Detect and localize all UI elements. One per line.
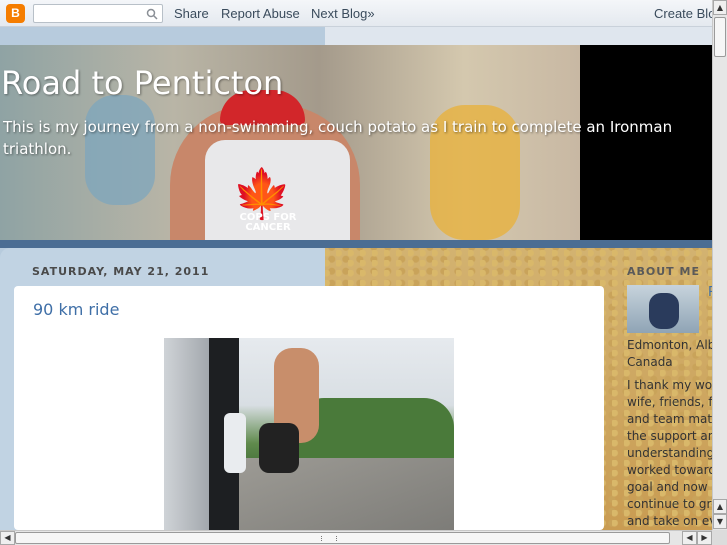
- vertical-scrollbar[interactable]: ▲ ▲ ▼: [712, 0, 727, 530]
- about-line: and team mates for: [627, 412, 712, 426]
- shirt-lettering: COPS FOR CANCER: [239, 212, 297, 233]
- location-line: Edmonton, Alberta,: [627, 338, 712, 352]
- scrollbar-corner: [712, 530, 727, 545]
- blog-post: 90 km ride: [14, 286, 604, 530]
- water-bottle: [224, 413, 246, 473]
- vertical-scroll-thumb[interactable]: [714, 17, 726, 57]
- about-line: the support and: [627, 429, 712, 443]
- next-blog-link[interactable]: Next Blog»: [311, 6, 375, 21]
- about-me-text: Edmonton, Alberta, Canada I thank my won…: [627, 337, 712, 530]
- about-line: I thank my wonderful: [627, 378, 712, 392]
- horizontal-scroll-thumb[interactable]: [15, 532, 670, 544]
- post-date-header: SATURDAY, MAY 21, 2011: [32, 265, 210, 278]
- about-me-heading: ABOUT ME: [627, 265, 700, 278]
- blogger-navbar: B Share Report Abuse Next Blog» Create B…: [0, 0, 723, 27]
- scroll-left-icon[interactable]: ◀: [682, 531, 697, 545]
- about-line: worked towards this: [627, 463, 712, 477]
- search-input[interactable]: [33, 4, 163, 23]
- profile-photo[interactable]: [627, 285, 699, 333]
- content-top-bar: [0, 240, 712, 248]
- about-line: wife, friends, family: [627, 395, 712, 409]
- location-line: Canada: [627, 355, 673, 369]
- blogger-logo-icon[interactable]: B: [6, 4, 25, 23]
- horizontal-scrollbar[interactable]: ◀ ◀ ▶: [0, 530, 712, 545]
- search-icon[interactable]: [146, 8, 158, 20]
- share-link[interactable]: Share: [174, 6, 209, 21]
- about-line: understanding as I: [627, 446, 712, 460]
- scroll-right-icon[interactable]: ▶: [697, 531, 712, 545]
- about-line: and take on even: [627, 514, 712, 528]
- scroll-up-icon[interactable]: ▲: [713, 0, 727, 15]
- post-title-link[interactable]: 90 km ride: [33, 300, 119, 319]
- scroll-left-icon[interactable]: ◀: [0, 531, 15, 545]
- about-line: continue to grow: [627, 497, 712, 511]
- blog-title[interactable]: Road to Penticton: [1, 64, 283, 102]
- about-line: goal and now as I: [627, 480, 712, 494]
- scroll-down-icon[interactable]: ▼: [713, 514, 727, 529]
- profile-rider: [649, 293, 679, 329]
- scroll-up-icon[interactable]: ▲: [713, 499, 727, 514]
- blog-description: This is my journey from a non-swimming, …: [3, 118, 673, 158]
- scroll-grip-icon: [321, 536, 337, 541]
- report-abuse-link[interactable]: Report Abuse: [221, 6, 300, 21]
- post-photo[interactable]: [164, 338, 454, 530]
- cycling-shoe: [259, 423, 299, 473]
